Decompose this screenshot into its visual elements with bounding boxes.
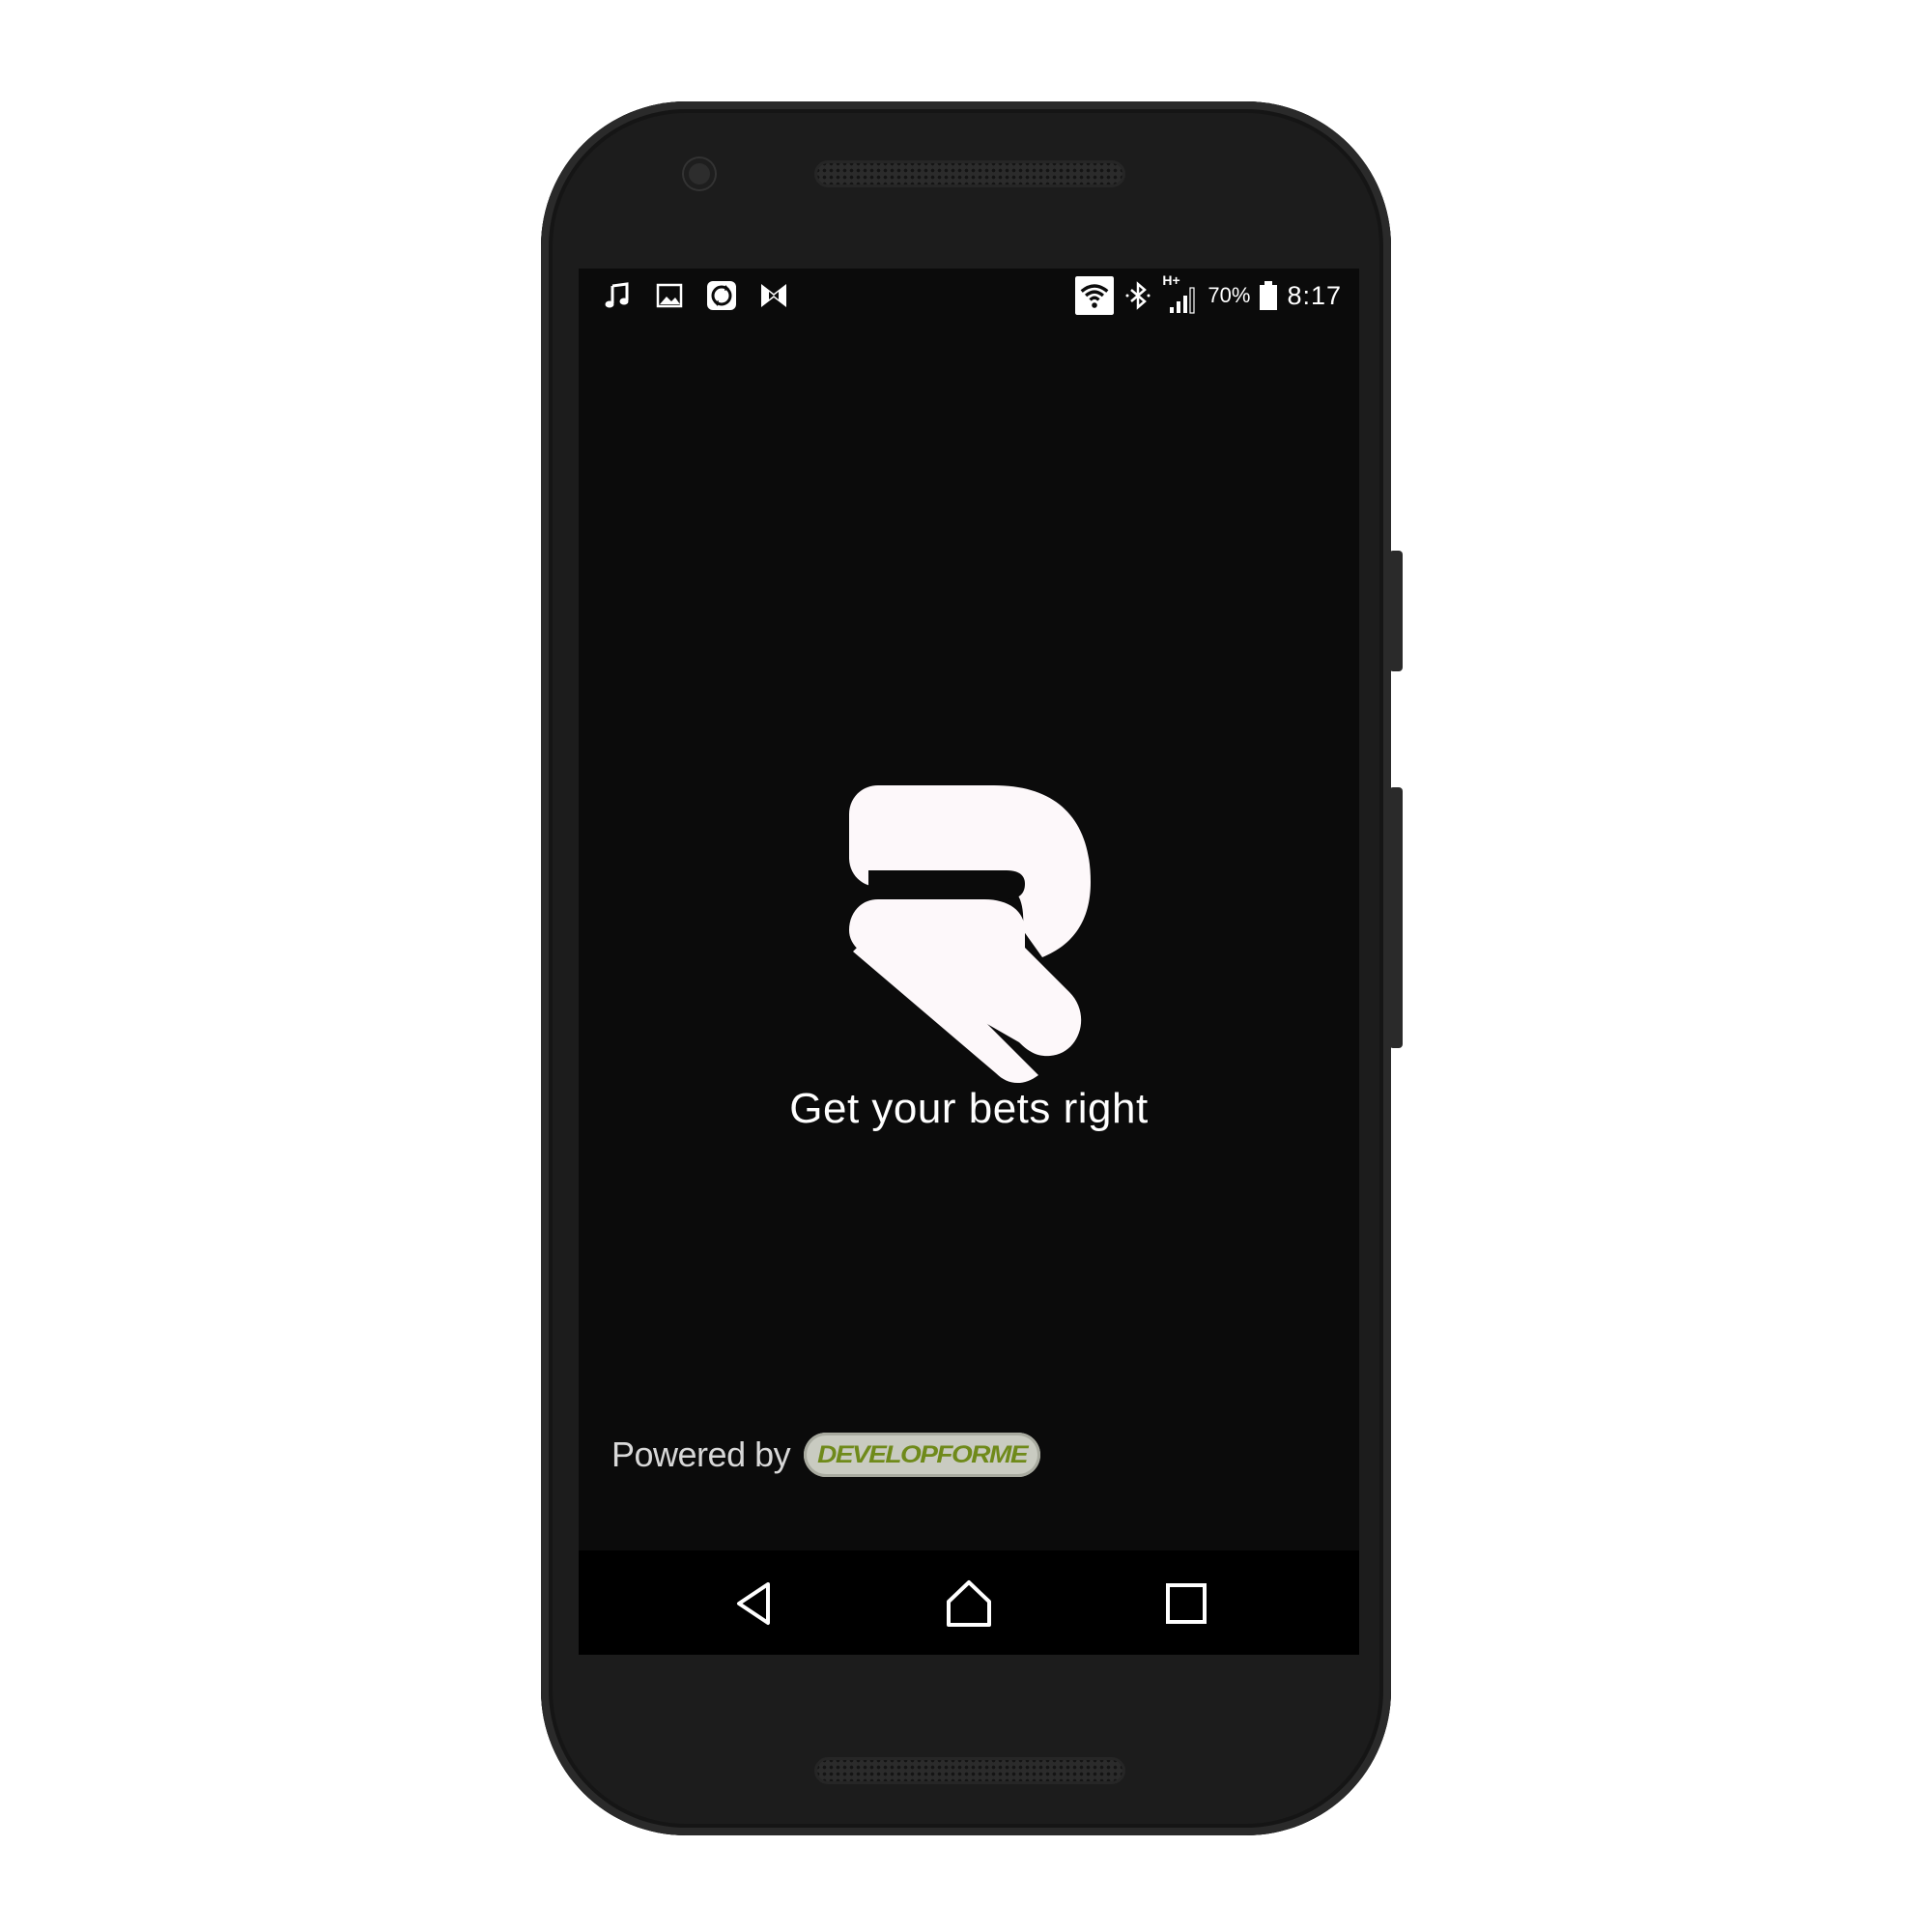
- image-icon: [656, 283, 683, 308]
- screen: H+ 70% 8:17 Get your bets right Powered …: [579, 269, 1359, 1655]
- powered-by-label: Powered by: [611, 1435, 791, 1474]
- power-button: [1389, 551, 1403, 671]
- navigation-bar: [579, 1550, 1359, 1655]
- r-logo-icon: [849, 785, 1091, 1084]
- music-note-icon: [605, 282, 629, 308]
- battery-icon: [1260, 281, 1278, 310]
- clock: 8:17: [1287, 280, 1342, 310]
- front-camera: [684, 158, 715, 189]
- recents-square-icon[interactable]: [1161, 1578, 1211, 1629]
- wifi-icon: [1075, 276, 1115, 315]
- volume-rocker: [1389, 787, 1403, 1048]
- status-bar: H+ 70% 8:17: [579, 269, 1359, 323]
- developer-brand-badge[interactable]: DEVELOPFORME: [804, 1433, 1041, 1477]
- notification-icons: [602, 278, 789, 313]
- sync-app-icon: [707, 281, 736, 310]
- tagline: Get your bets right: [789, 1085, 1149, 1132]
- system-icons: H+ 70% 8:17: [1075, 272, 1342, 315]
- signal-icon: [1170, 287, 1195, 314]
- mobile-signal: H+: [1162, 272, 1199, 315]
- battery-percent: 70%: [1208, 283, 1251, 307]
- brand-name: DEVELOPFORME: [817, 1440, 1028, 1468]
- powered-by: Powered by DEVELOPFORME: [611, 1433, 1041, 1477]
- back-triangle-icon[interactable]: [729, 1578, 780, 1629]
- bluetooth-icon: [1125, 281, 1151, 310]
- home-icon[interactable]: [944, 1578, 994, 1629]
- bow-app-icon: [761, 284, 786, 307]
- top-speaker-grille: [814, 160, 1125, 187]
- bottom-speaker-grille: [814, 1757, 1125, 1784]
